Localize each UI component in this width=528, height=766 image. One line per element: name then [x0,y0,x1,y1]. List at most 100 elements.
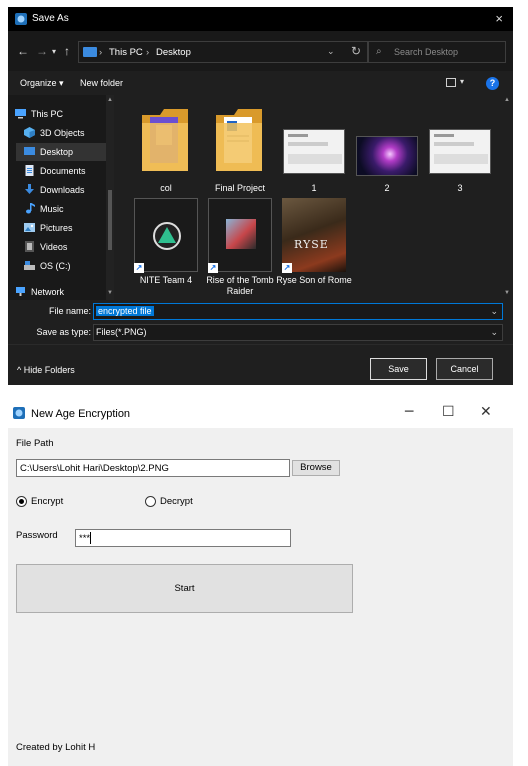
file-list-scrollbar[interactable]: ▲ ▼ [503,95,513,300]
recent-locations-chevron-icon[interactable]: ▾ [52,47,56,56]
breadcrumb-this-pc[interactable]: This PC [109,47,143,58]
address-bar[interactable]: › This PC › Desktop ⌄ ↻ [78,41,368,63]
nav-item-label: Downloads [40,185,85,195]
encryption-app-window: New Age Encryption ─ ☐ ✕ File Path C:\Us… [8,400,513,766]
shortcut-arrow-icon: ↗ [134,263,144,273]
file-item-2[interactable]: 2 [351,101,423,201]
password-input[interactable]: *** [75,529,291,547]
file-item-rise-of-the-tomb-raider[interactable]: ↗ Rise of the Tomb Raider [204,195,276,300]
file-item-nite-team-4[interactable]: ↗ NITE Team 4 [130,195,202,300]
scroll-up-icon[interactable]: ▲ [106,97,114,103]
start-button[interactable]: Start [16,564,353,613]
file-path-label: File Path [16,438,54,449]
breadcrumb-separator: › [146,47,150,58]
document-icon [25,165,34,176]
nav-item-documents[interactable]: Documents [16,162,108,180]
breadcrumb-separator: › [99,47,103,58]
desktop-icon [24,147,35,155]
search-box[interactable]: ⌕ Search Desktop [368,41,506,63]
search-placeholder: Search Desktop [394,47,459,57]
scroll-up-icon[interactable]: ▲ [504,97,510,103]
nav-item-network[interactable]: Network [16,283,108,301]
save-as-type-select[interactable]: Files(*.PNG) ⌄ [93,324,503,341]
forward-arrow-icon[interactable]: → [36,44,48,58]
file-item-label: Final Project [214,183,266,193]
thumbnail-image-icon [283,129,345,174]
breadcrumb-desktop[interactable]: Desktop [156,47,191,58]
address-navigation-bar: ← → ▾ ↑ › This PC › Desktop ⌄ ↻ ⌕ Search… [8,31,513,71]
organize-button[interactable]: Organize ▾ [20,78,64,89]
hide-folders-button[interactable]: ^ Hide Folders [17,365,75,375]
decrypt-radio[interactable] [145,496,156,507]
folder-icon [142,109,188,171]
file-item-col[interactable]: col [130,101,202,201]
new-folder-button[interactable]: New folder [80,78,123,88]
network-icon [16,287,25,296]
file-item-label: Rise of the Tomb Raider [206,275,274,296]
up-arrow-icon[interactable]: ↑ [64,44,70,58]
nav-item-downloads[interactable]: Downloads [16,181,108,199]
file-item-label: Ryse Son of Rome [276,275,352,285]
game-cover-image: RYSE [282,198,346,272]
nav-item-pictures[interactable]: Pictures [16,219,108,237]
close-icon[interactable]: × [495,11,503,26]
app-title: New Age Encryption [31,408,131,420]
back-arrow-icon[interactable]: ← [17,44,29,58]
file-item-3[interactable]: 3 [424,101,496,201]
computer-icon [15,109,26,119]
file-item-1[interactable]: 1 [278,101,350,201]
nite-team-logo-icon [153,222,181,250]
command-toolbar: Organize ▾ New folder ▾ ? [8,71,513,95]
shortcut-arrow-icon: ↗ [282,263,292,273]
file-list: col Final Project 1 2 3 ↗ NITE Team 4 ↗ … [114,95,513,300]
encrypt-label[interactable]: Encrypt [31,496,63,507]
file-name-label: File name: [48,306,91,316]
browse-button[interactable]: Browse [292,460,340,476]
file-path-input[interactable]: C:\Users\Lohit Hari\Desktop\2.PNG [16,459,290,477]
video-icon [25,241,34,252]
file-item-label: 1 [311,183,317,193]
hide-folders-label: Hide Folders [23,365,75,375]
folder-icon [83,47,97,57]
nav-item-label: Desktop [40,147,74,157]
nav-item-3d-objects[interactable]: 3D Objects [16,124,108,142]
save-as-type-value: Files(*.PNG) [96,327,147,337]
chevron-down-icon[interactable]: ▾ [460,77,464,86]
file-item-label: NITE Team 4 [139,275,193,285]
navigation-pane: This PC 3D Objects Desktop Documents Dow… [8,95,112,300]
cancel-button[interactable]: Cancel [436,358,493,380]
file-name-input[interactable]: encrypted file ⌄ [93,303,503,320]
encrypt-radio[interactable] [16,496,27,507]
scrollbar-thumb[interactable] [108,190,112,250]
close-icon[interactable]: ✕ [480,404,492,420]
file-item-label: 3 [457,183,463,193]
maximize-icon[interactable]: ☐ [442,404,455,420]
nav-item-music[interactable]: Music [16,200,108,218]
nav-item-os-c[interactable]: OS (C:) [16,257,108,275]
shortcut-thumbnail [134,198,198,272]
decrypt-label[interactable]: Decrypt [160,496,193,507]
view-options-icon[interactable] [446,78,456,87]
nav-item-this-pc[interactable]: This PC [15,105,108,123]
navigation-pane-scrollbar[interactable]: ▲ ▼ [106,95,114,300]
minimize-icon[interactable]: ─ [405,404,413,420]
nav-item-desktop[interactable]: Desktop [16,143,108,161]
chevron-down-icon[interactable]: ⌄ [490,327,498,338]
help-icon[interactable]: ? [486,77,499,90]
nav-item-videos[interactable]: Videos [16,238,108,256]
scroll-down-icon[interactable]: ▼ [504,290,510,296]
file-path-value: C:\Users\Lohit Hari\Desktop\2.PNG [20,463,169,474]
app-titlebar: New Age Encryption ─ ☐ ✕ [8,400,513,428]
file-item-ryse-son-of-rome[interactable]: RYSE ↗ Ryse Son of Rome [276,195,352,300]
nav-item-label: Videos [40,242,68,252]
save-button[interactable]: Save [370,358,427,380]
chevron-down-icon[interactable]: ⌄ [490,306,498,317]
file-item-final-project[interactable]: Final Project [204,101,276,201]
save-dialog-title: Save As [32,13,69,24]
scroll-down-icon[interactable]: ▼ [106,290,114,296]
refresh-icon[interactable]: ↻ [351,44,361,58]
address-dropdown-icon[interactable]: ⌄ [327,46,335,57]
file-item-label: 2 [384,183,390,193]
dialog-footer: ^ Hide Folders Save Cancel [8,344,513,385]
cube-icon [24,127,35,138]
